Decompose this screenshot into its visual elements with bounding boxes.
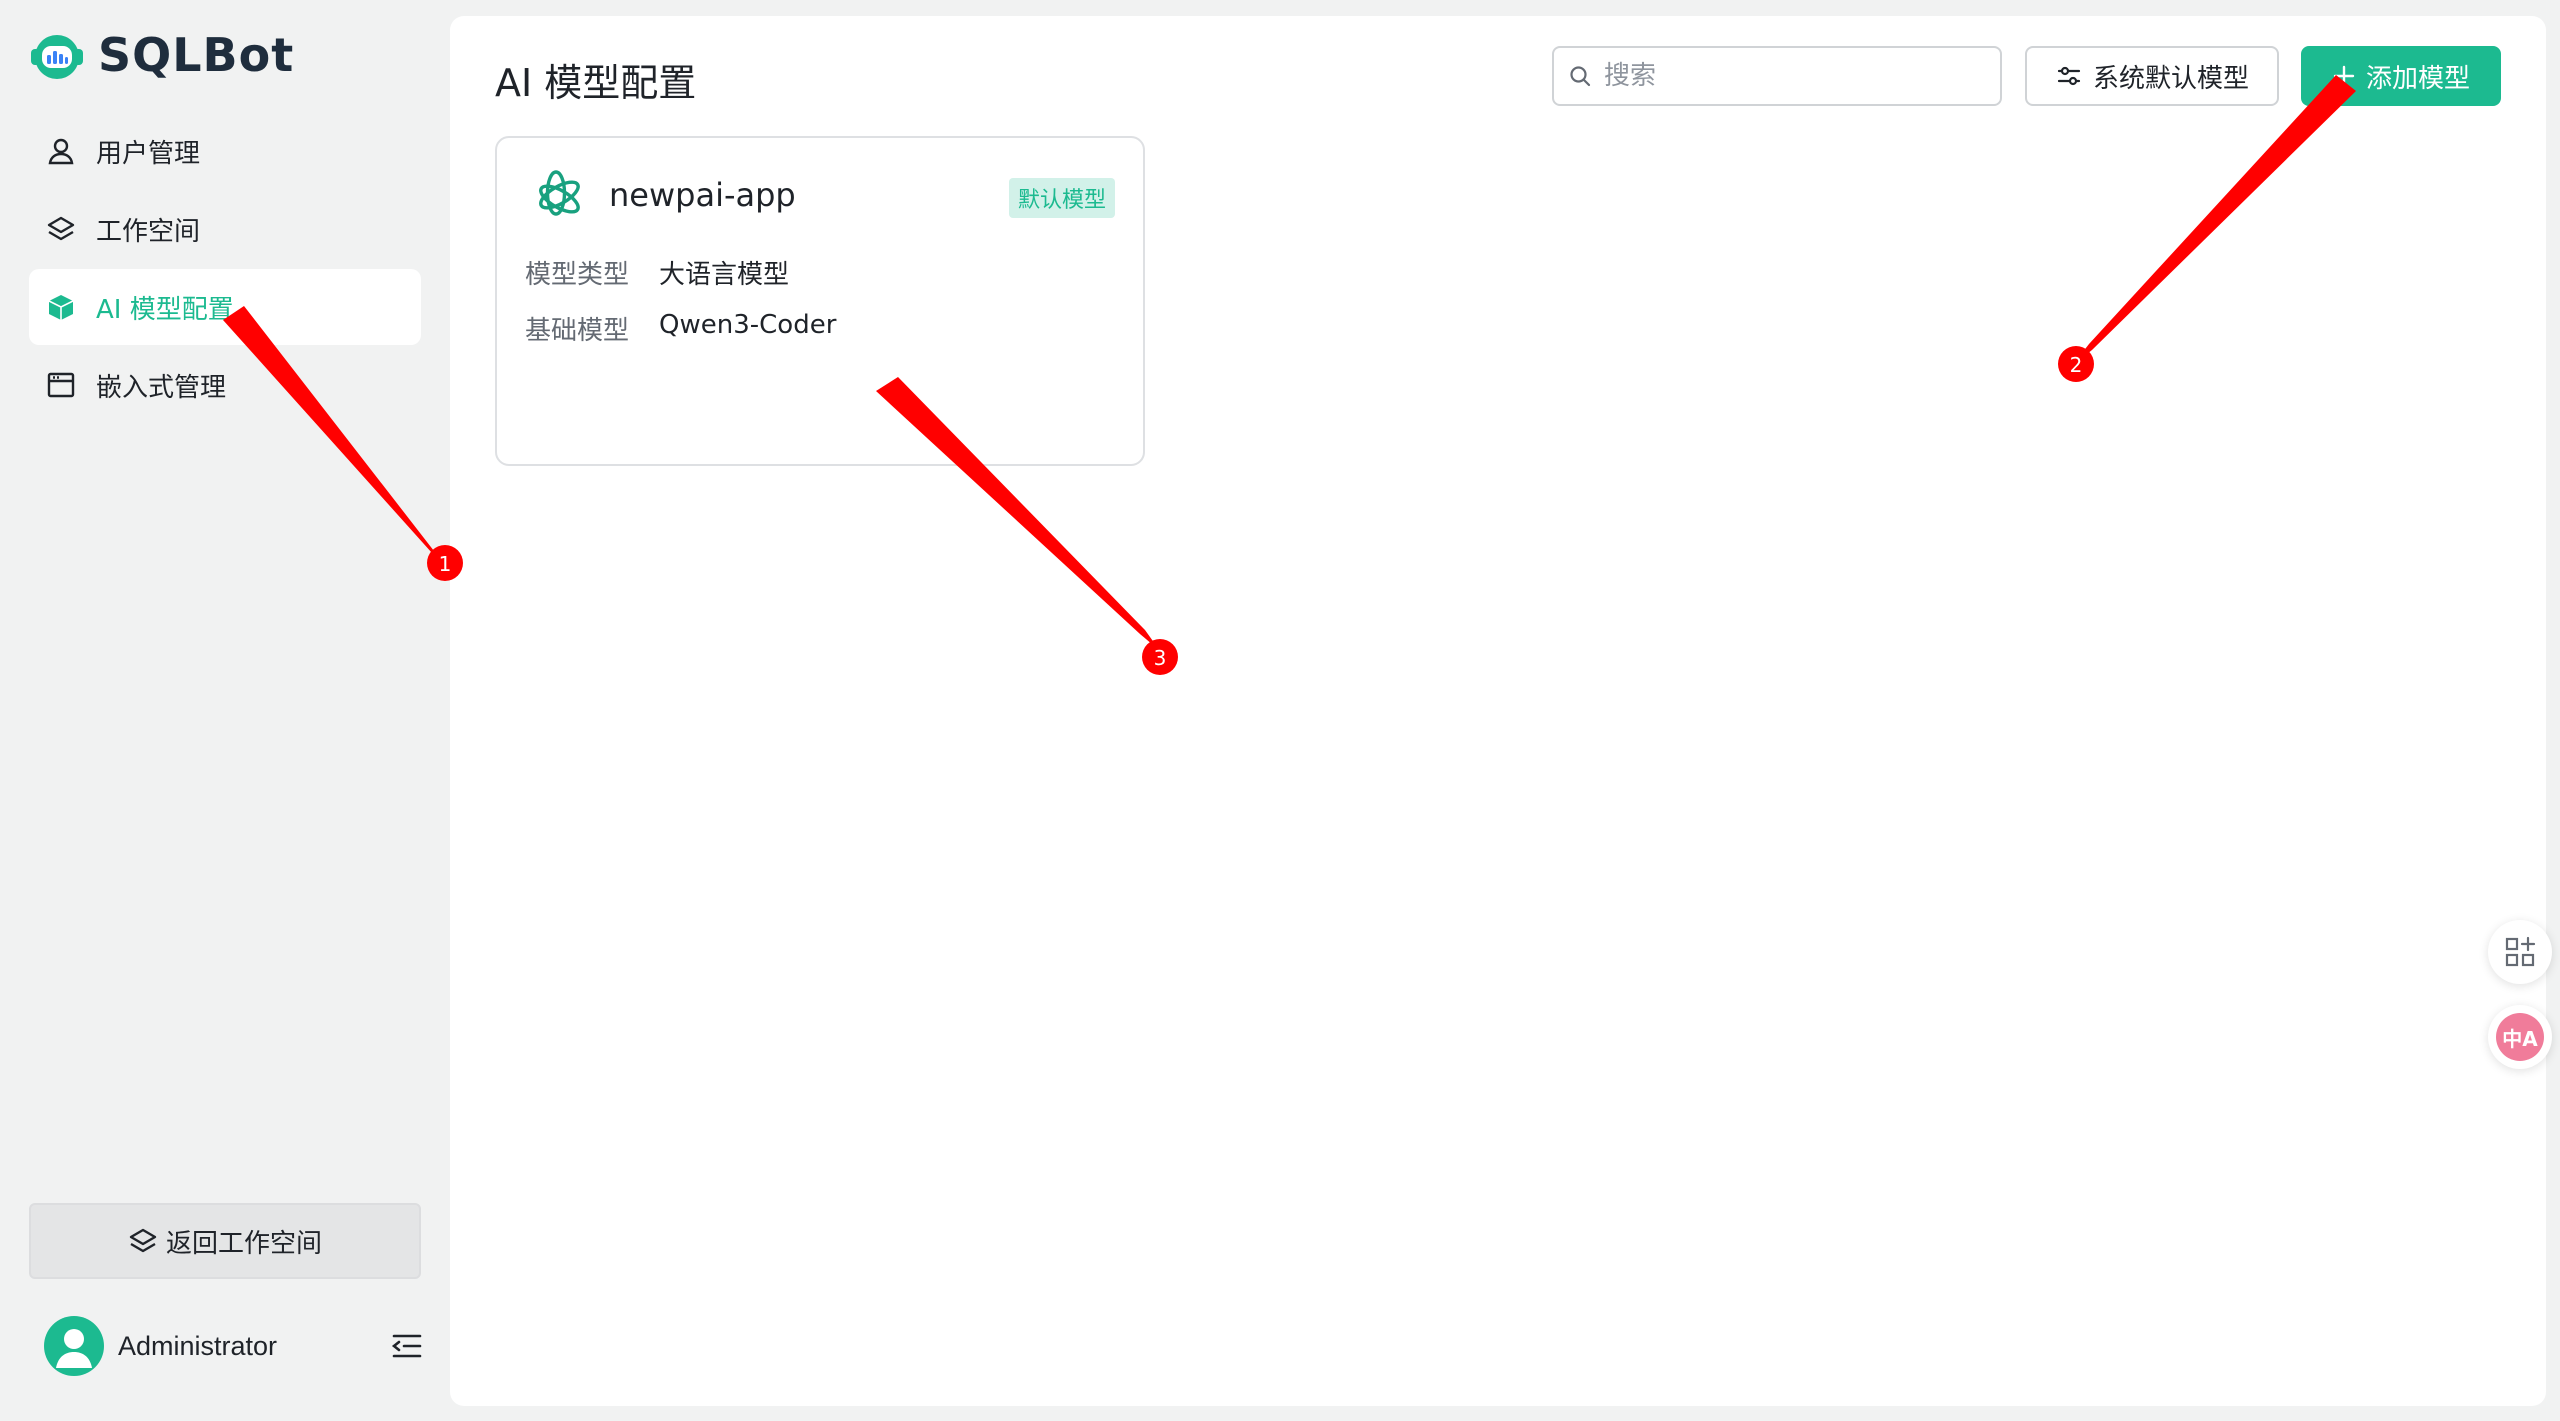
search-box[interactable] xyxy=(1552,46,2002,106)
sidebar-item-user-management[interactable]: 用户管理 xyxy=(29,113,421,189)
model-type-value: 大语言模型 xyxy=(659,260,790,290)
window-icon xyxy=(46,370,76,400)
search-input[interactable] xyxy=(1602,60,1986,92)
avatar[interactable] xyxy=(44,1316,104,1376)
sidebar-item-label: 工作空间 xyxy=(96,216,201,247)
main-panel: AI 模型配置 系统默认模型 添加模型 newpai-app 默认模型 模型类型… xyxy=(450,16,2546,1406)
user-icon xyxy=(46,136,76,166)
plus-icon xyxy=(2333,65,2355,87)
base-model-label: 基础模型 xyxy=(525,316,630,346)
sidebar-item-workspace[interactable]: 工作空间 xyxy=(29,191,421,267)
collapse-sidebar-icon[interactable] xyxy=(388,1328,424,1364)
system-default-model-button[interactable]: 系统默认模型 xyxy=(2025,46,2279,106)
system-default-model-label: 系统默认模型 xyxy=(2092,63,2249,94)
sqlbot-logo-icon xyxy=(31,35,83,79)
add-model-label: 添加模型 xyxy=(2365,63,2470,94)
cube-icon xyxy=(46,292,76,322)
default-model-badge: 默认模型 xyxy=(1008,178,1115,218)
back-to-workspace-label: 返回工作空间 xyxy=(165,1228,322,1259)
sidebar: SQLBot 用户管理 工作空间 AI 模型配置 嵌入式管理 返回工作空间 Ad… xyxy=(0,0,450,1421)
sidebar-item-label: 用户管理 xyxy=(96,138,201,169)
app-logo[interactable]: SQLBot xyxy=(28,28,294,82)
user-name: Administrator xyxy=(118,1330,278,1361)
search-icon xyxy=(1570,66,1591,87)
page-title: AI 模型配置 xyxy=(495,61,697,105)
sidebar-item-label: 嵌入式管理 xyxy=(96,372,227,403)
openai-logo-icon xyxy=(539,170,580,216)
sidebar-item-label: AI 模型配置 xyxy=(96,294,234,325)
model-card[interactable]: newpai-app 默认模型 模型类型 大语言模型 基础模型 Qwen3-Co… xyxy=(495,136,1145,466)
user-profile[interactable]: Administrator xyxy=(44,1316,424,1376)
translate-icon: 中A xyxy=(2496,1013,2544,1061)
translate-float-button[interactable]: 中A xyxy=(2488,1005,2552,1069)
sidebar-item-ai-model-config[interactable]: AI 模型配置 xyxy=(29,269,421,345)
layers-icon xyxy=(46,214,76,244)
sidebar-nav: 用户管理 工作空间 AI 模型配置 嵌入式管理 xyxy=(29,113,421,425)
app-name: SQLBot xyxy=(98,28,295,82)
sidebar-item-embedded-management[interactable]: 嵌入式管理 xyxy=(29,347,421,423)
base-model-row: 基础模型 Qwen3-Coder xyxy=(525,310,836,347)
model-type-row: 模型类型 大语言模型 xyxy=(525,254,789,291)
apps-float-button[interactable] xyxy=(2488,920,2552,984)
add-app-icon xyxy=(2505,936,2536,967)
user-avatar-icon xyxy=(56,1329,92,1368)
add-model-button[interactable]: 添加模型 xyxy=(2301,46,2501,106)
layers-icon xyxy=(129,1228,157,1253)
model-name: newpai-app xyxy=(609,176,796,214)
model-type-label: 模型类型 xyxy=(525,260,630,290)
back-to-workspace-button[interactable]: 返回工作空间 xyxy=(29,1203,421,1279)
base-model-value: Qwen3-Coder xyxy=(659,310,837,340)
sliders-icon xyxy=(2057,66,2081,86)
